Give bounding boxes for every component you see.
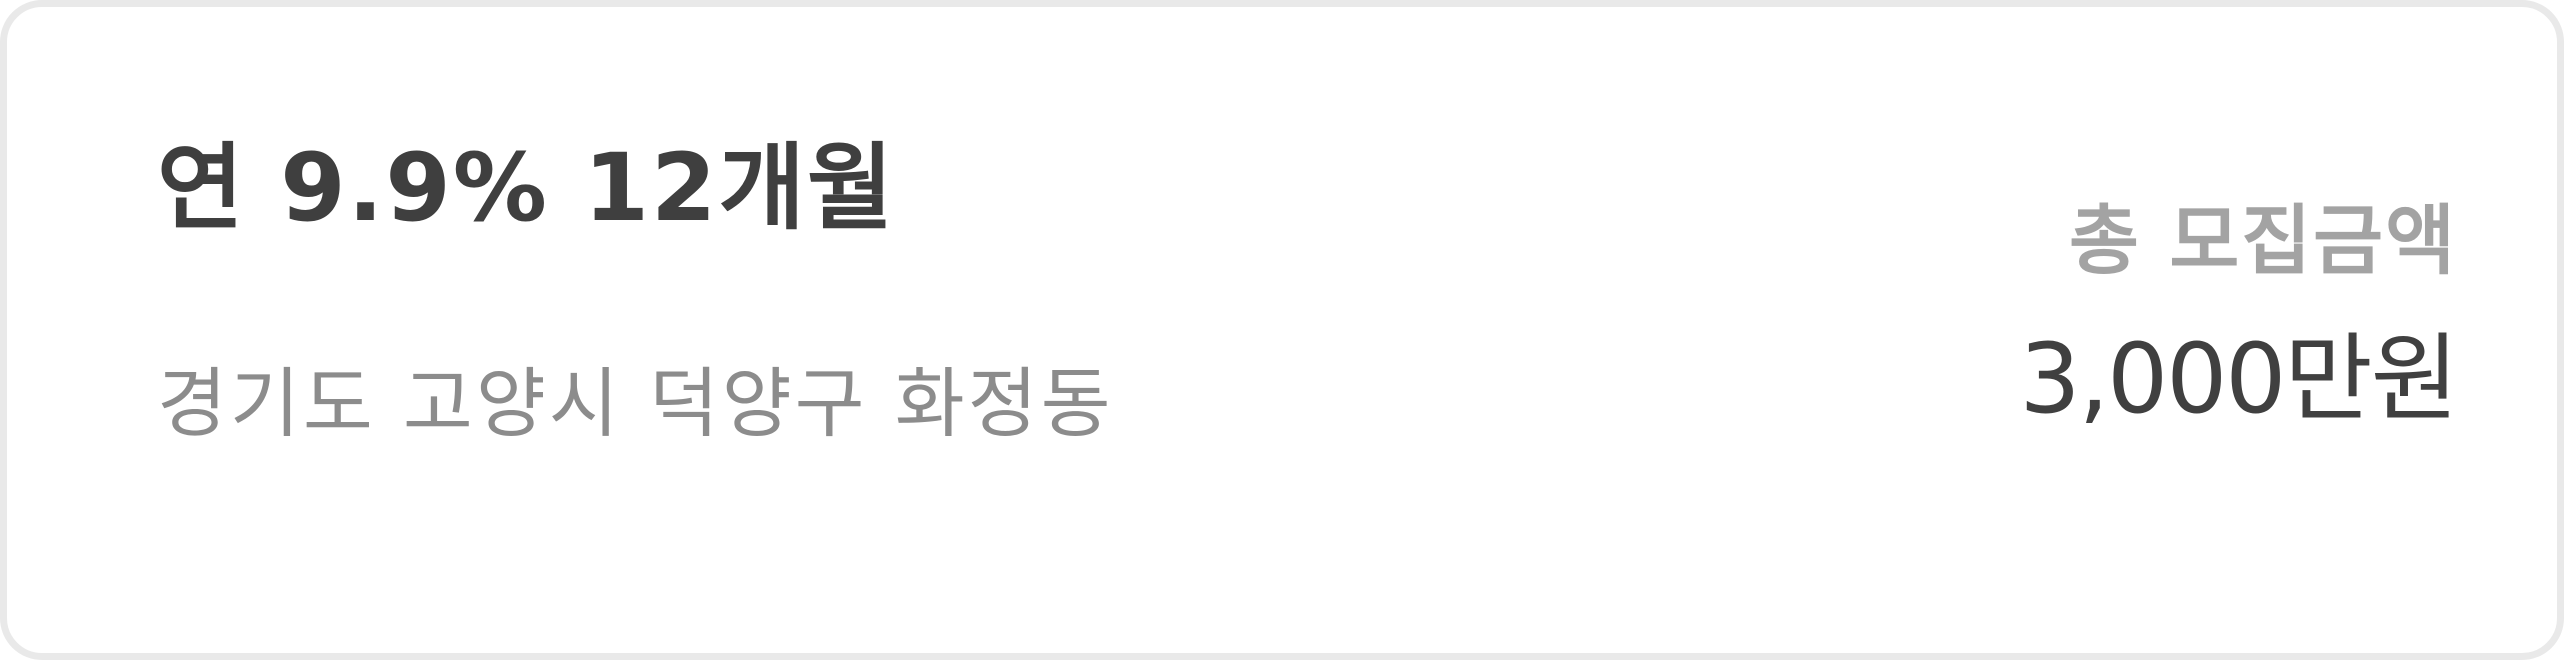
total-funding-label: 총 모집금액	[2068, 196, 2457, 285]
property-location: 경기도 고양시 덕양구 화정동	[157, 359, 1114, 448]
total-funding-amount: 3,000만원	[2019, 323, 2459, 435]
rate-and-term-title: 연 9.9% 12개월	[157, 134, 896, 243]
investment-product-card[interactable]: 연 9.9% 12개월 경기도 고양시 덕양구 화정동 총 모집금액 3,000…	[0, 0, 2564, 660]
